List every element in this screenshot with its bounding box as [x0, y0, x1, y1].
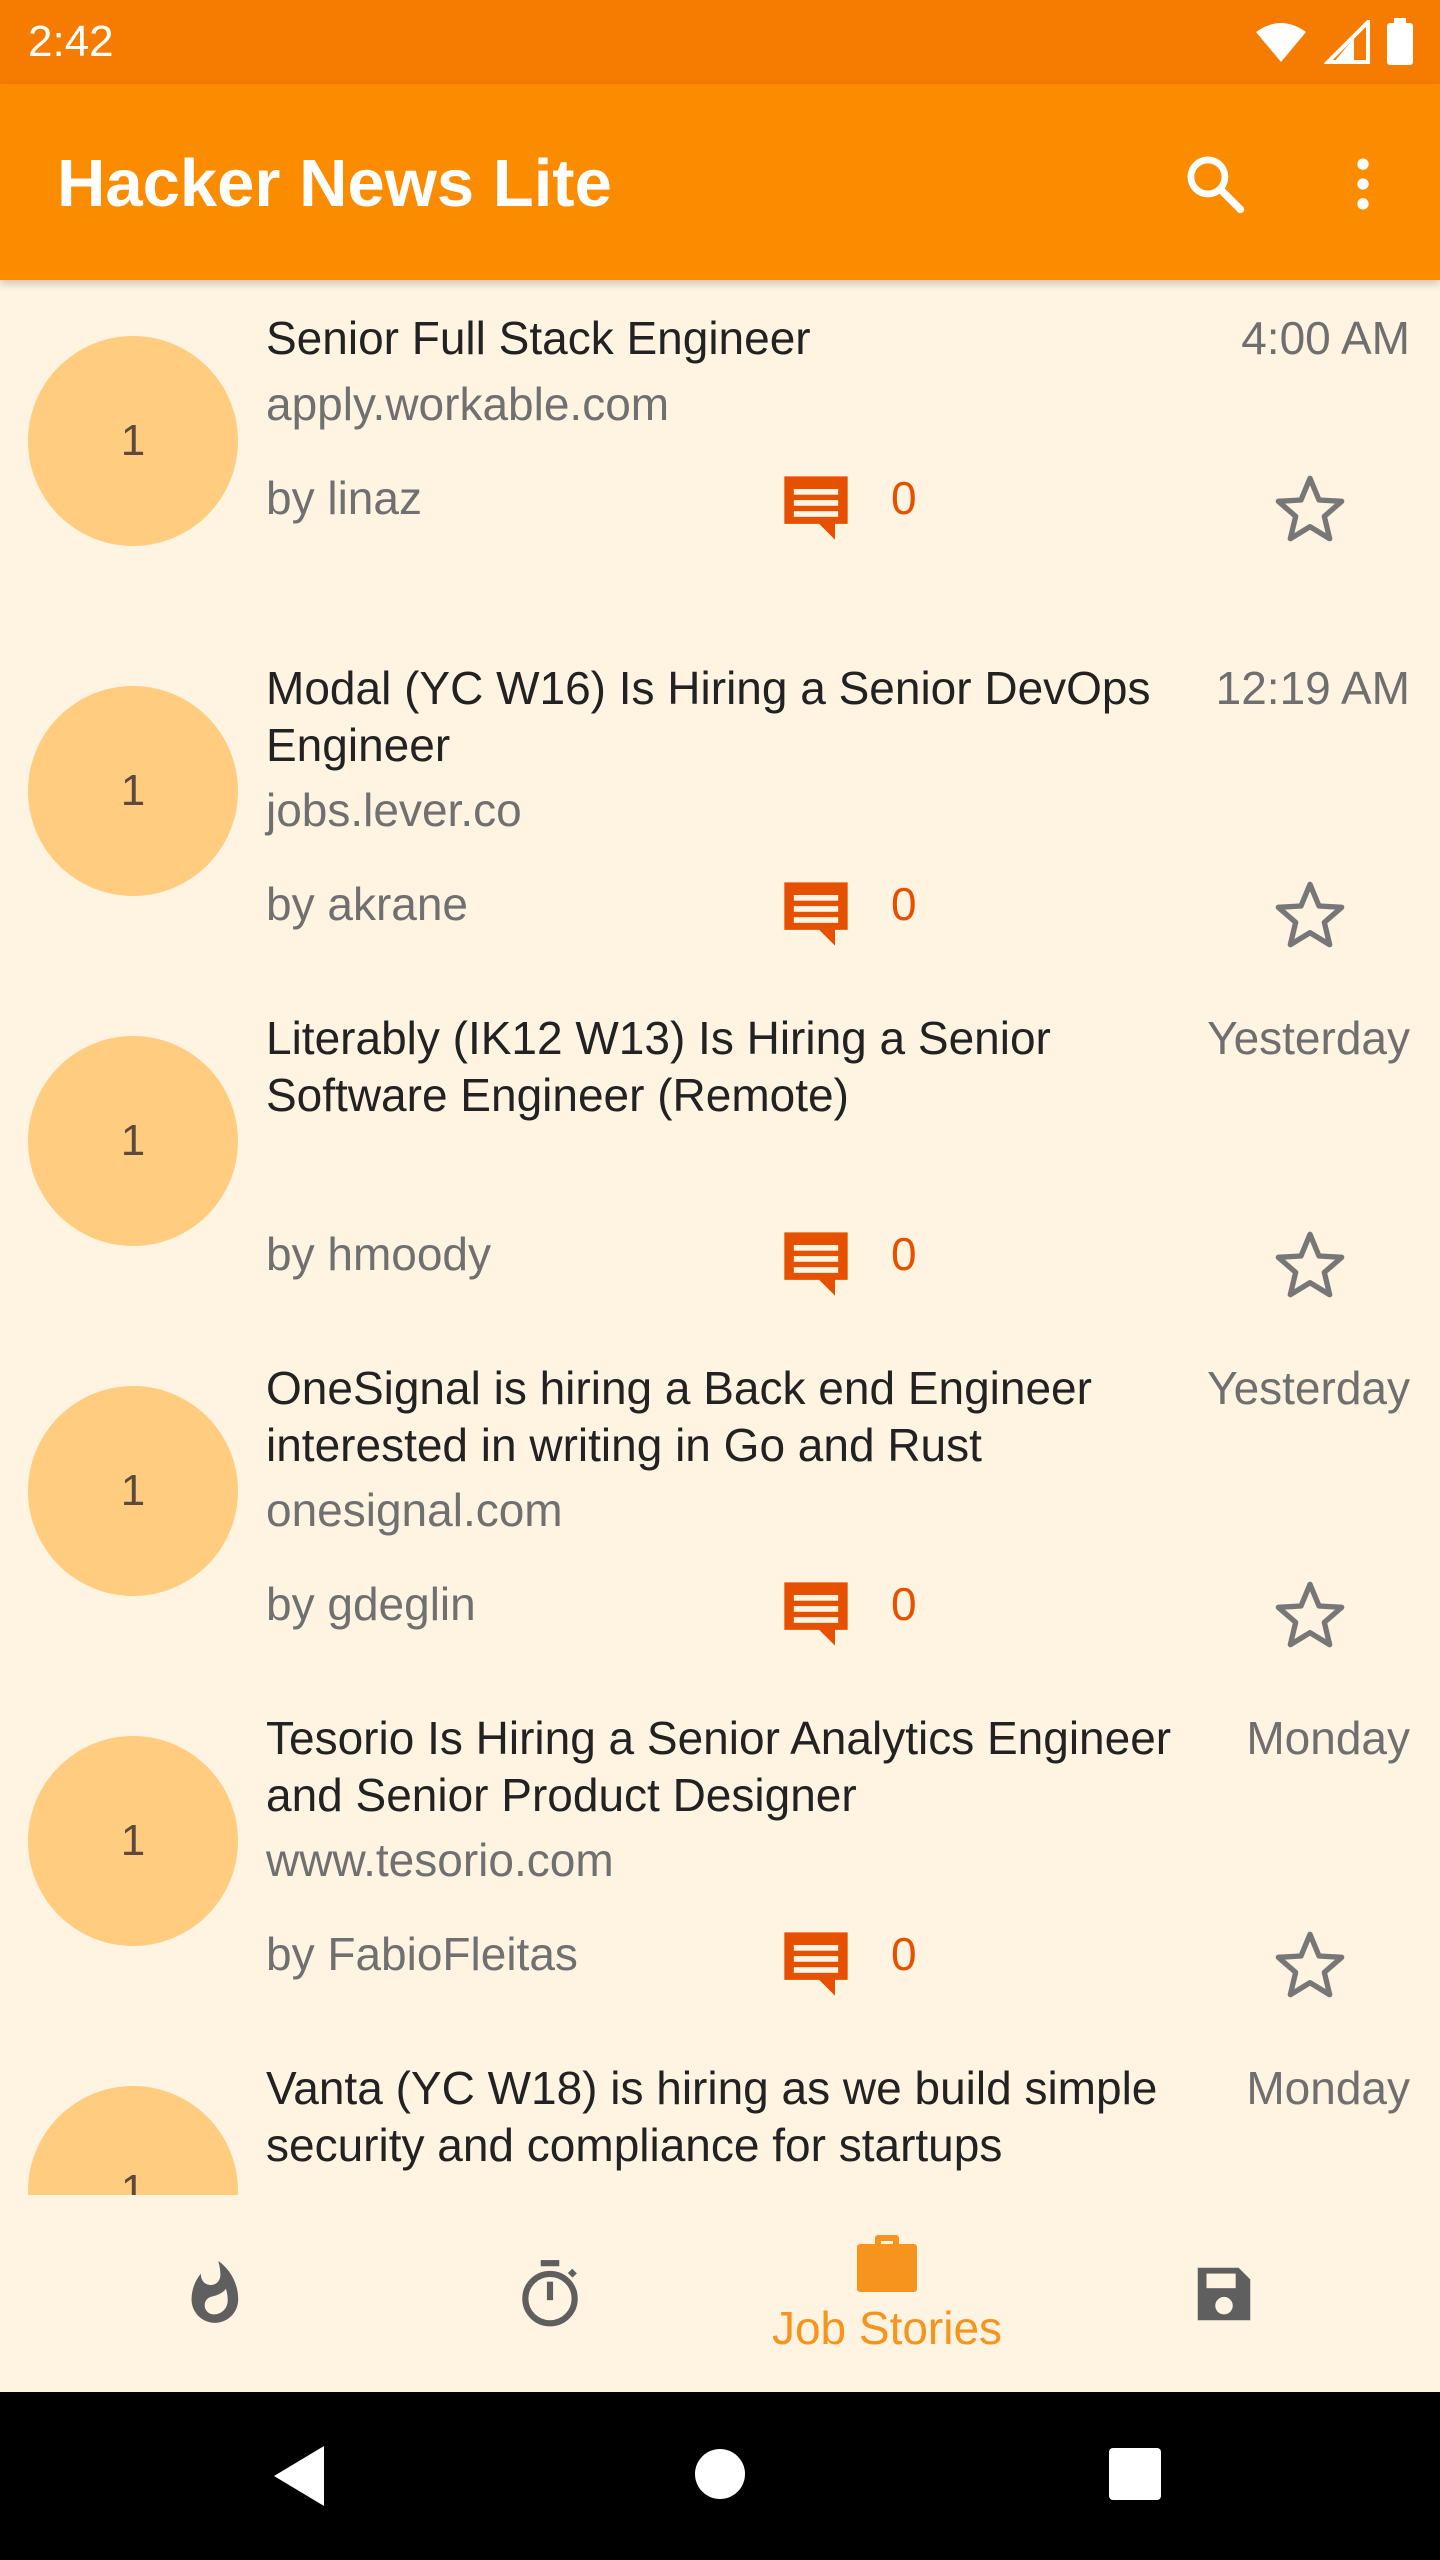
story-title[interactable]: Senior Full Stack Engineer	[266, 310, 1196, 367]
story-title[interactable]: OneSignal is hiring a Back end Engineer …	[266, 1360, 1196, 1474]
story-domain: www.tesorio.com	[266, 1834, 614, 1886]
system-navigation-bar	[0, 2392, 1440, 2560]
story-author[interactable]: by FabioFleitas	[266, 1926, 578, 1983]
status-icons	[1254, 16, 1414, 68]
story-author[interactable]: by linaz	[266, 470, 422, 527]
story-time: 12:19 AM	[1215, 662, 1410, 714]
status-time: 2:42	[28, 17, 114, 66]
status-bar: 2:42	[0, 0, 1440, 84]
briefcase-icon	[857, 2234, 917, 2292]
story-author[interactable]: by gdeglin	[266, 1576, 476, 1633]
comment-icon[interactable]	[778, 1226, 854, 1302]
story-author[interactable]: by hmoody	[266, 1226, 491, 1283]
story-domain: onesignal.com	[266, 1484, 563, 1536]
star-icon[interactable]	[1270, 470, 1350, 550]
story-title[interactable]: Tesorio Is Hiring a Senior Analytics Eng…	[266, 1710, 1196, 1824]
story-author[interactable]: by akrane	[266, 876, 468, 933]
back-icon[interactable]	[272, 2444, 326, 2508]
comment-count: 0	[891, 472, 917, 524]
rank-avatar: 1	[28, 1386, 238, 1596]
star-icon[interactable]	[1270, 1226, 1350, 1306]
story-item[interactable]: 1 Vanta (YC W18) is hiring as we build s…	[0, 2030, 1440, 2195]
save-icon	[1197, 2267, 1251, 2320]
comment-count: 0	[891, 1928, 917, 1980]
story-item[interactable]: 1 Modal (YC W16) Is Hiring a Senior DevO…	[0, 630, 1440, 980]
story-item[interactable]: 1 Literably (IK12 W13) Is Hiring a Senio…	[0, 980, 1440, 1330]
flame-icon	[191, 2260, 239, 2323]
star-icon[interactable]	[1270, 1576, 1350, 1656]
signal-icon	[1324, 20, 1370, 64]
star-icon[interactable]	[1270, 876, 1350, 956]
rank-avatar: 1	[28, 1736, 238, 1946]
nav-new-stories[interactable]	[370, 2195, 730, 2392]
rank-avatar: 1	[28, 686, 238, 896]
app-bar: Hacker News Lite	[0, 84, 1440, 280]
story-item[interactable]: 1 OneSignal is hiring a Back end Enginee…	[0, 1330, 1440, 1680]
battery-icon	[1387, 18, 1413, 65]
story-domain: jobs.lever.co	[266, 784, 522, 836]
wifi-icon	[1256, 23, 1306, 62]
nav-job-stories[interactable]: Job Stories	[707, 2195, 1067, 2392]
story-time: Monday	[1246, 1712, 1410, 1764]
rank-avatar: 1	[28, 2086, 238, 2195]
search-button[interactable]	[1163, 132, 1267, 236]
comment-count: 0	[891, 878, 917, 930]
story-title[interactable]: Literably (IK12 W13) Is Hiring a Senior …	[266, 1010, 1196, 1124]
comment-count: 0	[891, 1228, 917, 1280]
comment-icon[interactable]	[778, 1926, 854, 2002]
story-title[interactable]: Modal (YC W16) Is Hiring a Senior DevOps…	[266, 660, 1196, 774]
bottom-navigation: Job Stories	[0, 2195, 1440, 2392]
story-item[interactable]: 1 Tesorio Is Hiring a Senior Analytics E…	[0, 1680, 1440, 2030]
comment-count: 0	[891, 1578, 917, 1630]
story-title[interactable]: Vanta (YC W18) is hiring as we build sim…	[266, 2060, 1196, 2174]
home-icon[interactable]	[694, 2448, 746, 2500]
story-item[interactable]: 1 Senior Full Stack Engineer 4:00 AM app…	[0, 280, 1440, 630]
story-time: Yesterday	[1207, 1362, 1410, 1414]
star-icon[interactable]	[1270, 1926, 1350, 2006]
story-list[interactable]: 1 Senior Full Stack Engineer 4:00 AM app…	[0, 280, 1440, 2195]
search-icon	[1187, 156, 1245, 214]
nav-label: Job Stories	[771, 2301, 1003, 2354]
story-time: 4:00 AM	[1241, 312, 1410, 364]
comment-icon[interactable]	[778, 470, 854, 546]
overflow-menu-button[interactable]	[1311, 132, 1415, 236]
nav-top-stories[interactable]	[34, 2195, 394, 2392]
timer-icon	[522, 2259, 578, 2326]
rank-avatar: 1	[28, 336, 238, 546]
recents-icon[interactable]	[1109, 2448, 1161, 2500]
more-vert-icon	[1357, 158, 1369, 210]
story-time: Monday	[1246, 2062, 1410, 2114]
story-time: Yesterday	[1207, 1012, 1410, 1064]
nav-saved-stories[interactable]	[1044, 2195, 1404, 2392]
comment-icon[interactable]	[778, 876, 854, 952]
rank-avatar: 1	[28, 1036, 238, 1246]
story-domain: apply.workable.com	[266, 378, 670, 430]
comment-icon[interactable]	[778, 1576, 854, 1652]
app-title: Hacker News Lite	[57, 146, 612, 221]
